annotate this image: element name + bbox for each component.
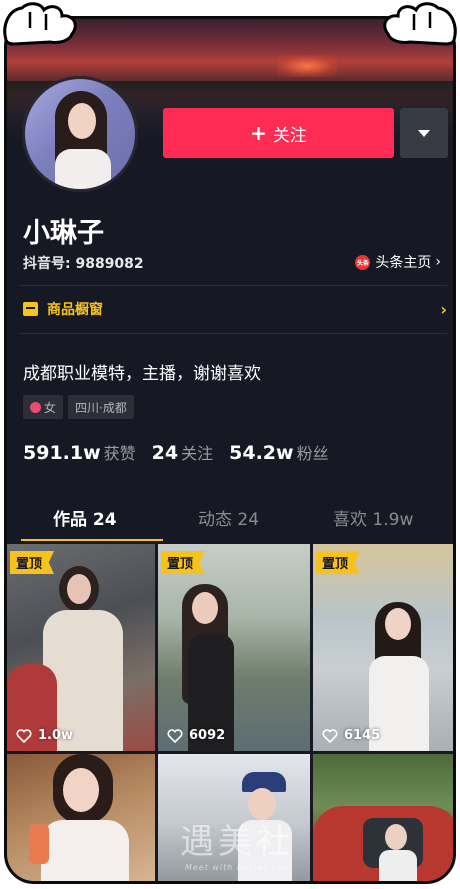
like-count-value: 1.0w: [38, 728, 74, 743]
watermark: 遇美社 Meet with Better you: [157, 814, 317, 872]
chevron-right-icon: ›: [435, 254, 441, 270]
cartoon-glove-icon: [3, 2, 77, 46]
toutiao-label: 头条主页: [375, 255, 432, 271]
heart-icon: [322, 728, 338, 743]
avatar[interactable]: [22, 76, 138, 192]
stat-label: 关注: [181, 444, 214, 463]
chevron-right-icon: ›: [440, 299, 447, 319]
like-count: 6145: [322, 728, 380, 743]
gender-label: 女: [44, 400, 57, 415]
like-count-value: 6145: [344, 728, 381, 743]
shop-window-link[interactable]: 商品橱窗 ›: [23, 299, 447, 319]
pinned-badge: 置顶: [316, 551, 361, 574]
active-tab-indicator: [21, 539, 163, 541]
video-thumbnail[interactable]: 置顶 6145: [313, 544, 453, 751]
female-icon: [30, 401, 41, 413]
video-thumbnail[interactable]: 置顶 1.0w: [7, 544, 155, 751]
douyin-id: 抖音号: 9889082: [23, 256, 144, 272]
profile-tags: 女 四川·成都: [23, 395, 139, 419]
follow-button[interactable]: + 关注: [163, 108, 394, 158]
dropdown-arrow-icon: [418, 129, 430, 137]
shop-label: 商品橱窗: [47, 302, 103, 318]
heart-icon: [16, 728, 32, 743]
pinned-badge: 置顶: [161, 551, 206, 574]
stat-number: 591.1w: [23, 442, 101, 464]
tab-likes[interactable]: 喜欢 1.9w: [333, 505, 413, 530]
video-thumbnail[interactable]: 置顶 6092: [158, 544, 310, 751]
divider: [19, 333, 447, 334]
sunset-glow: [277, 55, 337, 77]
tab-works[interactable]: 作品 24: [53, 505, 117, 530]
like-count: 6092: [167, 728, 225, 743]
stat-number: 54.2w: [229, 442, 294, 464]
stat-number: 24: [151, 442, 179, 464]
video-grid: 置顶 1.0w 置顶 6092 置顶 6145 遇美社 Meet with Be…: [7, 544, 453, 881]
toutiao-link[interactable]: 头条 头条主页 ›: [355, 252, 441, 272]
stat-label: 获赞: [103, 444, 136, 463]
toutiao-icon: 头条: [355, 254, 371, 270]
stat-label: 粉丝: [296, 444, 329, 463]
stats-row: 591.1w 获赞 24 关注 54.2w 粉丝: [23, 440, 345, 464]
location-label: 四川·成都: [75, 400, 127, 415]
shop-icon: [23, 302, 38, 316]
stat-following[interactable]: 24 关注: [152, 440, 213, 464]
watermark-sub: Meet with Better you: [184, 863, 290, 872]
divider: [19, 285, 447, 286]
stat-followers[interactable]: 54.2w 粉丝: [229, 440, 328, 464]
video-thumbnail[interactable]: [7, 754, 155, 881]
plus-icon: +: [250, 121, 267, 145]
nickname: 小琳子: [23, 218, 104, 249]
like-count: 1.0w: [16, 728, 73, 743]
recommend-dropdown-button[interactable]: [400, 108, 448, 158]
heart-icon: [167, 728, 183, 743]
profile-screen: + 关注 小琳子 抖音号: 9889082 头条 头条主页 › 商品橱窗 › 成…: [4, 16, 456, 884]
video-thumbnail[interactable]: [313, 754, 453, 881]
gender-tag: 女: [23, 395, 64, 419]
watermark-text: 遇美社: [180, 822, 294, 862]
follow-label: 关注: [272, 125, 307, 146]
tab-moments[interactable]: 动态 24: [198, 505, 259, 530]
cartoon-glove-icon: [383, 2, 457, 46]
like-count-value: 6092: [189, 728, 226, 743]
pinned-badge: 置顶: [10, 551, 55, 574]
stat-likes[interactable]: 591.1w 获赞: [23, 440, 136, 464]
bio: 成都职业模特，主播，谢谢喜欢: [23, 364, 261, 384]
profile-tabs: 作品 24 动态 24 喜欢 1.9w: [7, 489, 453, 541]
location-tag: 四川·成都: [68, 395, 134, 419]
